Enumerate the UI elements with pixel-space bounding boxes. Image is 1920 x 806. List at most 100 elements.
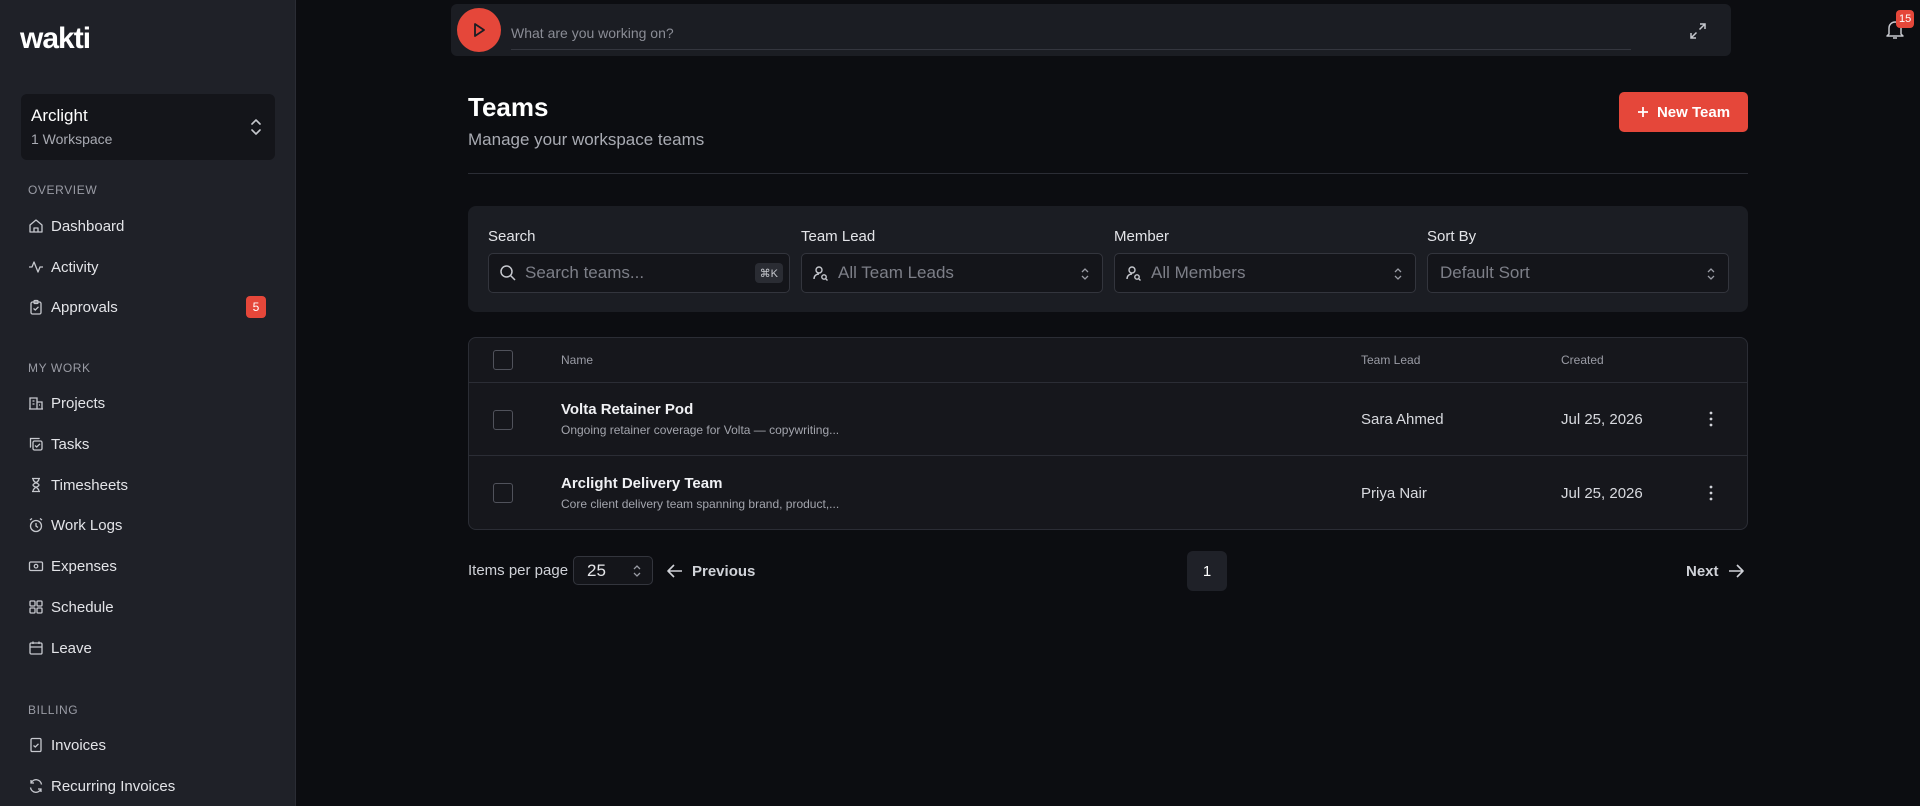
page-title: Teams [468, 92, 549, 122]
section-label-billing: BILLING [28, 703, 79, 717]
chevrons-up-down-icon [251, 119, 261, 135]
expand-icon[interactable] [1689, 22, 1707, 40]
created-date: Jul 25, 2026 [1561, 485, 1643, 502]
team-lead: Priya Nair [1361, 485, 1427, 502]
home-icon [29, 219, 43, 233]
previous-label: Previous [692, 562, 756, 580]
section-label-overview: OVERVIEW [28, 183, 98, 197]
team-name[interactable]: Arclight Delivery Team [561, 475, 722, 492]
activity-icon [29, 261, 43, 273]
sidebar-item-work-logs[interactable]: Work Logs [22, 508, 274, 542]
column-header-created[interactable]: Created [1561, 353, 1604, 367]
sidebar-item-label: Projects [51, 394, 106, 412]
items-per-page-label: Items per page [468, 562, 569, 579]
sidebar-item-label: Timesheets [51, 476, 128, 494]
search-placeholder: Search teams... [525, 263, 645, 282]
sidebar-item-approvals[interactable]: Approvals 5 [22, 290, 274, 324]
table-header: Name Team Lead Created [469, 338, 1747, 383]
member-value: All Members [1151, 263, 1246, 282]
workspace-count: 1 Workspace [31, 131, 113, 147]
search-shortcut: ⌘K [754, 263, 783, 283]
plus-icon [1637, 107, 1648, 117]
alarm-clock-icon [29, 517, 43, 533]
column-header-name[interactable]: Name [561, 353, 593, 367]
table-row[interactable]: Arclight Delivery Team Core client deliv… [469, 457, 1747, 529]
arrow-right-icon [1728, 564, 1744, 578]
team-name[interactable]: Volta Retainer Pod [561, 401, 693, 418]
member-label: Member [1114, 228, 1170, 245]
workspace-name: Arclight [31, 106, 88, 125]
team-lead-select[interactable]: All Team Leads [801, 253, 1103, 293]
banknote-icon [28, 561, 44, 572]
items-per-page-select[interactable]: 25 [573, 556, 653, 585]
notification-count-badge: 15 [1896, 10, 1915, 28]
filters-panel: Search Search teams... ⌘K Team Lead All … [468, 206, 1748, 312]
sidebar-item-activity[interactable]: Activity [22, 250, 274, 284]
sidebar-item-label: Tasks [51, 435, 90, 453]
column-header-team-lead[interactable]: Team Lead [1361, 353, 1420, 367]
sort-select[interactable]: Default Sort [1427, 253, 1729, 293]
sidebar-item-invoices[interactable]: Invoices [22, 728, 274, 762]
more-vertical-icon[interactable] [1703, 483, 1719, 503]
copy-check-icon [29, 437, 43, 451]
search-icon [500, 265, 516, 281]
row-checkbox[interactable] [493, 410, 513, 430]
chevrons-up-down-icon [633, 565, 641, 577]
workspace-switcher[interactable]: Arclight 1 Workspace [21, 94, 275, 160]
sort-value: Default Sort [1440, 263, 1530, 282]
next-label: Next [1686, 562, 1719, 580]
chevrons-up-down-icon [1707, 268, 1715, 280]
sidebar-item-recurring-invoices[interactable]: Recurring Invoices [22, 769, 274, 803]
file-check-icon [30, 737, 42, 753]
sidebar-item-timesheets[interactable]: Timesheets [22, 468, 274, 502]
chevrons-up-down-icon [1081, 268, 1089, 280]
team-lead-label: Team Lead [801, 228, 876, 245]
sidebar: wakti Arclight 1 Workspace OVERVIEW Dash… [0, 0, 296, 806]
team-description: Ongoing retainer coverage for Volta — co… [561, 423, 840, 437]
sidebar-item-projects[interactable]: Projects [22, 386, 274, 420]
sidebar-item-tasks[interactable]: Tasks [22, 427, 274, 461]
team-lead-value: All Team Leads [838, 263, 954, 282]
new-team-button[interactable]: New Team [1619, 92, 1748, 132]
arrow-left-icon [667, 564, 682, 578]
team-lead: Sara Ahmed [1361, 411, 1444, 428]
timer-bar [451, 4, 1731, 56]
created-date: Jul 25, 2026 [1561, 411, 1643, 428]
row-checkbox[interactable] [493, 483, 513, 503]
table-row[interactable]: Volta Retainer Pod Ongoing retainer cove… [469, 383, 1747, 456]
teams-table: Name Team Lead Created Volta Retainer Po… [468, 337, 1748, 530]
user-search-icon [1126, 266, 1141, 281]
grid-icon [29, 600, 43, 614]
search-input[interactable]: Search teams... ⌘K [488, 253, 790, 293]
member-select[interactable]: All Members [1114, 253, 1416, 293]
sidebar-item-label: Invoices [51, 736, 107, 754]
user-search-icon [813, 266, 828, 281]
calendar-icon [29, 641, 43, 655]
sidebar-item-expenses[interactable]: Expenses [22, 549, 274, 583]
items-per-page-value: 25 [587, 560, 606, 580]
start-timer-button[interactable] [457, 8, 501, 52]
header-divider [468, 173, 1748, 174]
team-description: Core client delivery team spanning brand… [561, 497, 840, 511]
select-all-checkbox[interactable] [493, 350, 513, 370]
previous-page-button[interactable]: Previous [666, 556, 755, 586]
approvals-count-badge: 5 [246, 296, 266, 318]
next-page-button[interactable]: Next [1686, 556, 1745, 586]
brand-logo[interactable]: wakti [20, 22, 91, 56]
timer-description-input[interactable] [511, 16, 1631, 50]
sidebar-item-label: Dashboard [51, 217, 125, 235]
chevrons-up-down-icon [1394, 268, 1402, 280]
sidebar-item-label: Recurring Invoices [51, 777, 176, 795]
sidebar-item-label: Activity [51, 258, 99, 276]
sidebar-item-label: Leave [51, 639, 92, 657]
section-label-my-work: MY WORK [28, 361, 91, 375]
sidebar-item-label: Schedule [51, 598, 114, 616]
sidebar-item-schedule[interactable]: Schedule [22, 590, 274, 624]
sidebar-item-label: Expenses [51, 557, 117, 575]
hourglass-icon [32, 477, 40, 493]
search-label: Search [488, 228, 536, 245]
page-button-current[interactable]: 1 [1187, 551, 1227, 591]
sidebar-item-dashboard[interactable]: Dashboard [22, 209, 274, 243]
sidebar-item-leave[interactable]: Leave [22, 631, 274, 665]
more-vertical-icon[interactable] [1703, 409, 1719, 429]
